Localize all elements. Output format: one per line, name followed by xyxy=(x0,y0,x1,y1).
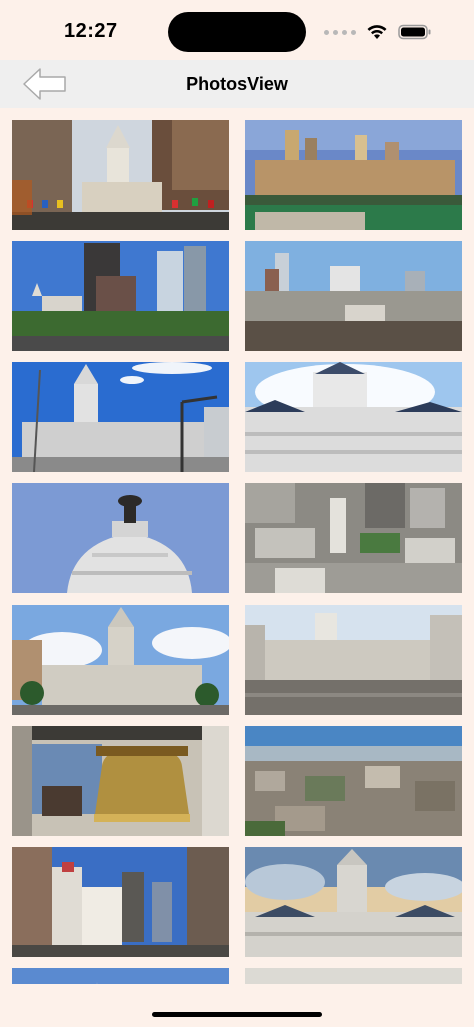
status-icons xyxy=(324,22,432,42)
signal-icon xyxy=(324,29,356,35)
photo-city-hall-dramatic-sky[interactable] xyxy=(245,846,462,957)
photo-skyline-over-park[interactable] xyxy=(245,120,462,230)
photo-partial-right[interactable] xyxy=(245,967,462,984)
photo-dome-statue[interactable] xyxy=(12,483,229,594)
photo-narrow-street-towers[interactable] xyxy=(12,846,229,957)
nav-title: PhotosView xyxy=(186,74,288,94)
status-bar: 12:27 xyxy=(0,0,474,60)
home-indicator[interactable] xyxy=(152,1012,322,1017)
photo-liberty-bell[interactable] xyxy=(12,725,229,836)
photo-skyline-rooftops[interactable] xyxy=(245,241,462,352)
photo-aerial-city-panorama[interactable] xyxy=(245,725,462,836)
photo-city-hall-street-flags[interactable] xyxy=(12,120,229,230)
photo-skyline-blue-sky[interactable] xyxy=(12,241,229,352)
photo-aerial-city-hall-blocks[interactable] xyxy=(245,483,462,594)
photo-city-hall-facade-white-sky[interactable] xyxy=(245,362,462,473)
wifi-icon xyxy=(367,25,387,39)
battery-icon xyxy=(398,24,431,40)
photo-city-hall-plaza-trees[interactable] xyxy=(12,604,229,715)
photo-partial-left[interactable] xyxy=(12,967,229,984)
dynamic-island xyxy=(168,12,306,52)
photo-city-hall-tower-streetlight[interactable] xyxy=(12,362,229,473)
photo-city-hall-wide-street[interactable] xyxy=(245,604,462,715)
navigation-bar: PhotosView xyxy=(0,60,474,108)
status-time: 12:27 xyxy=(64,20,118,42)
photo-grid[interactable] xyxy=(12,120,462,984)
